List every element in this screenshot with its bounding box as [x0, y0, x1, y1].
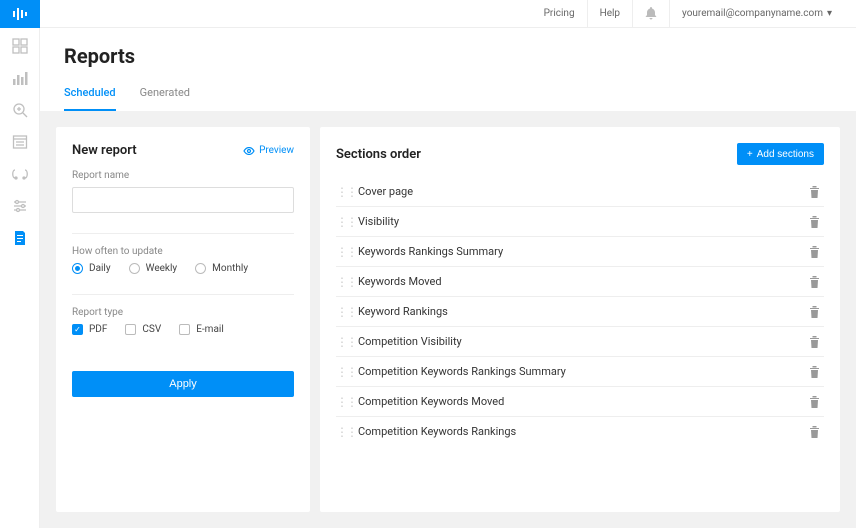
topbar-account[interactable]: youremail@companyname.com ▾: [669, 0, 844, 28]
section-row: Competition Keywords Moved: [336, 387, 824, 417]
section-label: Keywords Rankings Summary: [358, 245, 805, 258]
preview-button[interactable]: Preview: [243, 145, 294, 156]
section-label: Keyword Rankings: [358, 305, 805, 318]
drag-handle-icon[interactable]: [336, 186, 354, 198]
drag-handle-icon[interactable]: [336, 366, 354, 378]
section-row: Keywords Rankings Summary: [336, 237, 824, 267]
section-label: Competition Keywords Moved: [358, 395, 805, 408]
type-pdf-checkbox[interactable]: PDF: [72, 324, 107, 335]
brand-logo[interactable]: [0, 0, 40, 28]
sections-order-card: Sections order + Add sections Cover page…: [320, 127, 840, 512]
nav-rankings-icon[interactable]: [0, 64, 40, 92]
section-row: Cover page: [336, 177, 824, 207]
section-label: Visibility: [358, 215, 805, 228]
checkbox-icon: [72, 324, 83, 335]
delete-section-button[interactable]: [805, 246, 824, 258]
nav-dashboard-icon[interactable]: [0, 32, 40, 60]
nav-settings-icon[interactable]: [0, 192, 40, 220]
drag-handle-icon[interactable]: [336, 396, 354, 408]
delete-section-button[interactable]: [805, 276, 824, 288]
nav-reports-icon[interactable]: [0, 224, 40, 252]
drag-handle-icon[interactable]: [336, 306, 354, 318]
new-report-card: New report Preview Report name How often…: [56, 127, 310, 512]
checkbox-icon: [179, 324, 190, 335]
section-row: Competition Keywords Rankings Summary: [336, 357, 824, 387]
drag-handle-icon[interactable]: [336, 426, 354, 438]
report-name-input[interactable]: [72, 187, 294, 213]
section-row: Competition Keywords Rankings: [336, 417, 824, 446]
drag-handle-icon[interactable]: [336, 336, 354, 348]
topbar-help[interactable]: Help: [587, 0, 632, 28]
delete-section-button[interactable]: [805, 366, 824, 378]
type-csv-checkbox[interactable]: CSV: [125, 324, 161, 335]
radio-icon: [195, 263, 206, 274]
eye-icon: [243, 147, 255, 155]
radio-icon: [129, 263, 140, 274]
freq-monthly-radio[interactable]: Monthly: [195, 263, 248, 274]
delete-section-button[interactable]: [805, 306, 824, 318]
report-type-label: Report type: [72, 307, 294, 318]
topbar: Pricing Help youremail@companyname.com ▾: [40, 0, 856, 28]
report-name-label: Report name: [72, 170, 294, 181]
section-label: Cover page: [358, 185, 805, 198]
delete-section-button[interactable]: [805, 336, 824, 348]
tabs: Scheduled Generated: [64, 86, 832, 111]
freq-daily-radio[interactable]: Daily: [72, 263, 111, 274]
nav-research-icon[interactable]: [0, 96, 40, 124]
section-label: Competition Keywords Rankings: [358, 425, 805, 438]
section-label: Competition Visibility: [358, 335, 805, 348]
drag-handle-icon[interactable]: [336, 276, 354, 288]
section-list: Cover page Visibility Keywords Rankings Su…: [336, 177, 824, 446]
drag-handle-icon[interactable]: [336, 216, 354, 228]
chevron-down-icon: ▾: [827, 8, 832, 19]
tab-scheduled[interactable]: Scheduled: [64, 86, 116, 111]
new-report-heading: New report: [72, 143, 137, 158]
radio-icon: [72, 263, 83, 274]
add-sections-button[interactable]: + Add sections: [737, 143, 824, 165]
delete-section-button[interactable]: [805, 186, 824, 198]
frequency-label: How often to update: [72, 246, 294, 257]
freq-weekly-radio[interactable]: Weekly: [129, 263, 178, 274]
section-label: Competition Keywords Rankings Summary: [358, 365, 805, 378]
section-row: Keywords Moved: [336, 267, 824, 297]
side-rail: [0, 0, 40, 528]
nav-links-icon[interactable]: [0, 160, 40, 188]
section-row: Competition Visibility: [336, 327, 824, 357]
checkbox-icon: [125, 324, 136, 335]
page-header: Reports Scheduled Generated: [40, 28, 856, 111]
page-title: Reports: [64, 44, 832, 68]
tab-generated[interactable]: Generated: [140, 86, 190, 111]
nav-onpage-icon[interactable]: [0, 128, 40, 156]
plus-icon: +: [747, 149, 753, 160]
section-label: Keywords Moved: [358, 275, 805, 288]
account-email: youremail@companyname.com: [682, 8, 823, 19]
delete-section-button[interactable]: [805, 426, 824, 438]
sections-heading: Sections order: [336, 147, 421, 162]
type-email-checkbox[interactable]: E-mail: [179, 324, 224, 335]
topbar-notifications[interactable]: [632, 0, 669, 28]
topbar-pricing[interactable]: Pricing: [532, 0, 587, 28]
delete-section-button[interactable]: [805, 396, 824, 408]
delete-section-button[interactable]: [805, 216, 824, 228]
bell-icon: [645, 7, 657, 20]
drag-handle-icon[interactable]: [336, 246, 354, 258]
section-row: Visibility: [336, 207, 824, 237]
apply-button[interactable]: Apply: [72, 371, 294, 397]
section-row: Keyword Rankings: [336, 297, 824, 327]
